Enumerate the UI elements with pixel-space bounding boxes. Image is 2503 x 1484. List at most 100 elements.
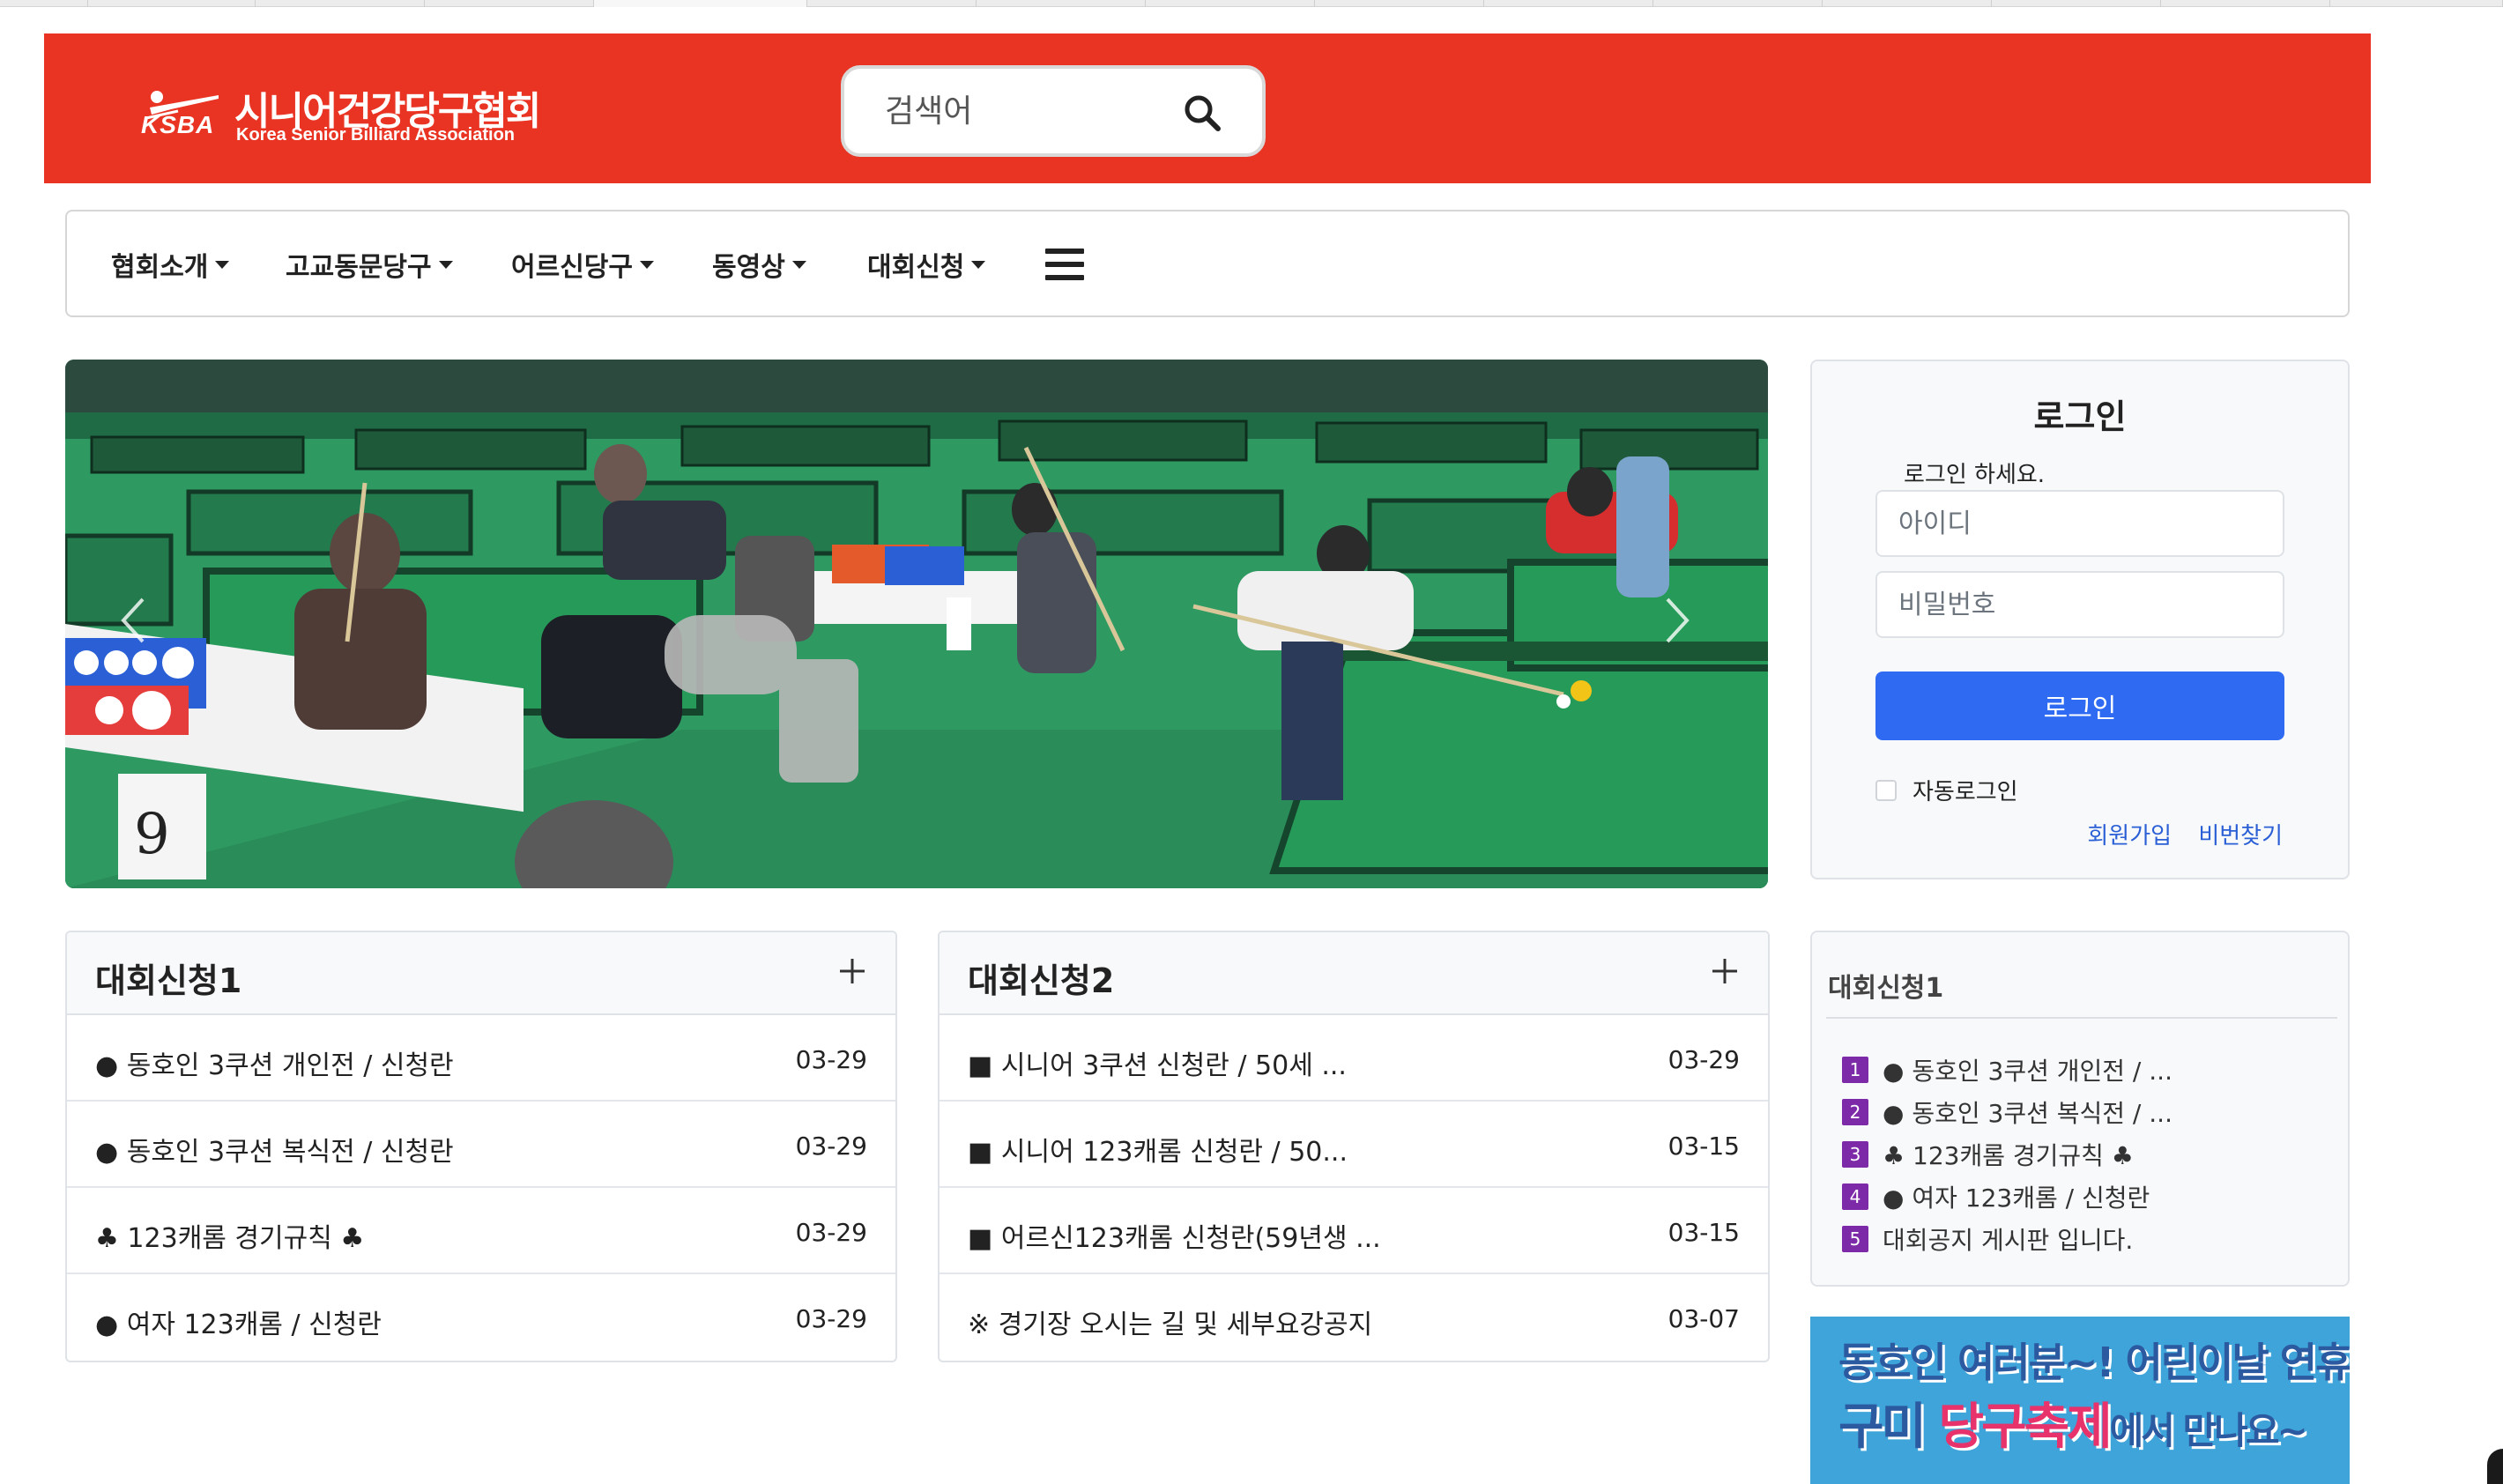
post-date: 03-29 [795, 1304, 867, 1333]
board-title[interactable]: 대회신청2 [968, 953, 1114, 1002]
login-button[interactable]: 로그인 [1875, 672, 2284, 740]
post-date: 03-29 [795, 1045, 867, 1074]
signup-link[interactable]: 회원가입 [2087, 823, 2172, 850]
nav-item-label: 고교동문당구 [286, 252, 432, 283]
widget-title: 대회신청1 [1828, 973, 1944, 1004]
banner-highlight: 당구축제 [1938, 1399, 2113, 1456]
nav-item-label: 어르신당구 [511, 252, 633, 283]
divider [1826, 1017, 2337, 1019]
rank-badge: 4 [1842, 1183, 1868, 1210]
banner-line-2: 구미 당구축제에서 만나요~ [1838, 1387, 2308, 1458]
post-date: 03-07 [1667, 1304, 1740, 1333]
post-title[interactable]: ■ 시니어 123캐롬 신청란 / 50... [968, 1130, 1348, 1169]
post-title[interactable]: ♣ 123캐롬 경기규칙 ♣ [1883, 1137, 2134, 1172]
board-competition-2: 대회신청2 ■ 시니어 3쿠션 신청란 / 50세 ... 03-29 ■ 시니… [938, 931, 1770, 1362]
login-title: 로그인 [2033, 397, 2127, 436]
chevron-right-icon[interactable] [1655, 592, 1697, 649]
hero-carousel[interactable]: 9 [65, 360, 1768, 888]
caret-down-icon [640, 260, 654, 269]
svg-text:9: 9 [134, 802, 170, 867]
nav-item-about[interactable]: 협회소개 [111, 245, 230, 284]
board-header: 대회신청2 [940, 932, 1768, 1015]
auto-login-checkbox[interactable] [1875, 779, 1897, 801]
list-item[interactable]: 3 ♣ 123캐롬 경기규칙 ♣ [1842, 1137, 2134, 1172]
post-title[interactable]: ♣ 123캐롬 경기규칙 ♣ [95, 1216, 364, 1255]
caret-down-icon [791, 260, 806, 269]
board-header: 대회신청1 [67, 932, 895, 1015]
site-header: KSBA 시니어건강당구협회 Korea Senior Billiard Ass… [44, 33, 2371, 183]
plus-icon[interactable] [1712, 952, 1738, 991]
caret-down-icon [438, 260, 453, 269]
nav-item-senior-billiards[interactable]: 어르신당구 [511, 245, 654, 284]
nav-item-label: 협회소개 [111, 252, 209, 283]
list-item[interactable]: 5 대회공지 게시판 입니다. [1842, 1221, 2133, 1257]
banner-line-1: 동호인 여러분~! 어린이날 연휴에 [1838, 1339, 2350, 1386]
post-title[interactable]: ● 동호인 3쿠션 개인전 / 신청란 [95, 1043, 454, 1082]
logo-english-name: Korea Senior Billiard Association [236, 125, 516, 145]
login-links: 회원가입 비번찾기 [2068, 818, 2283, 850]
rank-badge: 1 [1842, 1057, 1868, 1083]
board-competition-1: 대회신청1 ● 동호인 3쿠션 개인전 / 신청란 03-29 ● 동호인 3쿠… [65, 931, 897, 1362]
post-date: 03-29 [1667, 1045, 1740, 1074]
carousel-slide-photo: 9 [65, 360, 1768, 888]
post-title[interactable]: ● 여자 123캐롬 / 신청란 [1883, 1179, 2150, 1214]
username-field[interactable] [1875, 490, 2284, 557]
hamburger-menu-icon[interactable] [1045, 249, 1084, 280]
list-item[interactable]: ● 동호인 3쿠션 복식전 / 신청란 03-29 [67, 1102, 895, 1188]
rank-badge: 5 [1842, 1226, 1868, 1252]
post-date: 03-29 [795, 1132, 867, 1161]
auto-login-option[interactable]: 자동로그인 [1875, 774, 2018, 806]
caret-down-icon [971, 260, 986, 269]
list-item[interactable]: ■ 시니어 123캐롬 신청란 / 50... 03-15 [940, 1102, 1768, 1188]
banner-line-2-prefix: 구미 [1838, 1399, 1939, 1456]
search-box [841, 65, 1266, 157]
password-field[interactable] [1875, 571, 2284, 638]
find-password-link[interactable]: 비번찾기 [2198, 823, 2283, 850]
list-item[interactable]: ● 동호인 3쿠션 개인전 / 신청란 03-29 [67, 1015, 895, 1102]
login-panel: 로그인 로그인 하세요. 로그인 자동로그인 회원가입 비번찾기 [1810, 360, 2350, 879]
list-item[interactable]: 2 ● 동호인 3쿠션 복식전 / ... [1842, 1094, 2172, 1130]
auto-login-label: 자동로그인 [1913, 779, 2018, 805]
post-date: 03-29 [795, 1218, 867, 1247]
chevron-left-icon[interactable] [113, 592, 155, 649]
list-item[interactable]: 4 ● 여자 123캐롬 / 신청란 [1842, 1179, 2150, 1214]
banner-line-2-suffix: 에서 만나요~ [2109, 1409, 2308, 1452]
caret-down-icon [215, 260, 230, 269]
post-title[interactable]: ● 동호인 3쿠션 개인전 / ... [1883, 1052, 2172, 1087]
list-item[interactable]: 1 ● 동호인 3쿠션 개인전 / ... [1842, 1052, 2172, 1087]
page-right-gutter [2397, 7, 2503, 1484]
browser-tab-strip [0, 0, 2503, 7]
post-title[interactable]: ● 동호인 3쿠션 복식전 / ... [1883, 1094, 2172, 1130]
nav-item-videos[interactable]: 동영상 [712, 245, 806, 284]
search-icon[interactable] [1183, 93, 1222, 132]
post-title[interactable]: ■ 시니어 3쿠션 신청란 / 50세 ... [968, 1043, 1347, 1082]
board-title[interactable]: 대회신청1 [95, 953, 241, 1002]
nav-item-label: 대회신청 [867, 252, 965, 283]
list-item[interactable]: ● 여자 123캐롬 / 신청란 03-29 [67, 1274, 895, 1361]
rank-badge: 3 [1842, 1141, 1868, 1168]
nav-item-label: 동영상 [712, 252, 785, 283]
list-item[interactable]: ■ 시니어 3쿠션 신청란 / 50세 ... 03-29 [940, 1015, 1768, 1102]
logo-mark: KSBA [141, 111, 215, 138]
post-title[interactable]: 대회공지 게시판 입니다. [1883, 1221, 2133, 1257]
list-item[interactable]: ※ 경기장 오시는 길 및 세부요강공지 03-07 [940, 1274, 1768, 1361]
main-navigation: 협회소개 고교동문당구 어르신당구 동영상 대회신청 [65, 210, 2350, 317]
login-message: 로그인 하세요. [1904, 462, 2046, 488]
post-title[interactable]: ※ 경기장 오시는 길 및 세부요강공지 [968, 1302, 1372, 1341]
post-date: 03-15 [1667, 1132, 1740, 1161]
search-input[interactable] [885, 86, 1176, 136]
post-title[interactable]: ● 동호인 3쿠션 복식전 / 신청란 [95, 1130, 454, 1169]
post-title[interactable]: ■ 어르신123캐롬 신청란(59년생 ... [968, 1216, 1381, 1255]
post-date: 03-15 [1667, 1218, 1740, 1247]
post-title[interactable]: ● 여자 123캐롬 / 신청란 [95, 1302, 382, 1341]
site-logo[interactable]: KSBA 시니어건강당구협회 Korea Senior Billiard Ass… [132, 72, 608, 152]
nav-item-competition-apply[interactable]: 대회신청 [867, 245, 986, 284]
latest-posts-widget: 대회신청1 1 ● 동호인 3쿠션 개인전 / ... 2 ● 동호인 3쿠션 … [1810, 931, 2350, 1287]
plus-icon[interactable] [839, 952, 865, 991]
festival-banner[interactable]: 동호인 여러분~! 어린이날 연휴에 구미 당구축제에서 만나요~ [1810, 1317, 2350, 1484]
nav-item-alumni-billiards[interactable]: 고교동문당구 [286, 245, 453, 284]
list-item[interactable]: ♣ 123캐롬 경기규칙 ♣ 03-29 [67, 1188, 895, 1274]
rank-badge: 2 [1842, 1099, 1868, 1125]
list-item[interactable]: ■ 어르신123캐롬 신청란(59년생 ... 03-15 [940, 1188, 1768, 1274]
window-corner [2487, 1449, 2503, 1484]
